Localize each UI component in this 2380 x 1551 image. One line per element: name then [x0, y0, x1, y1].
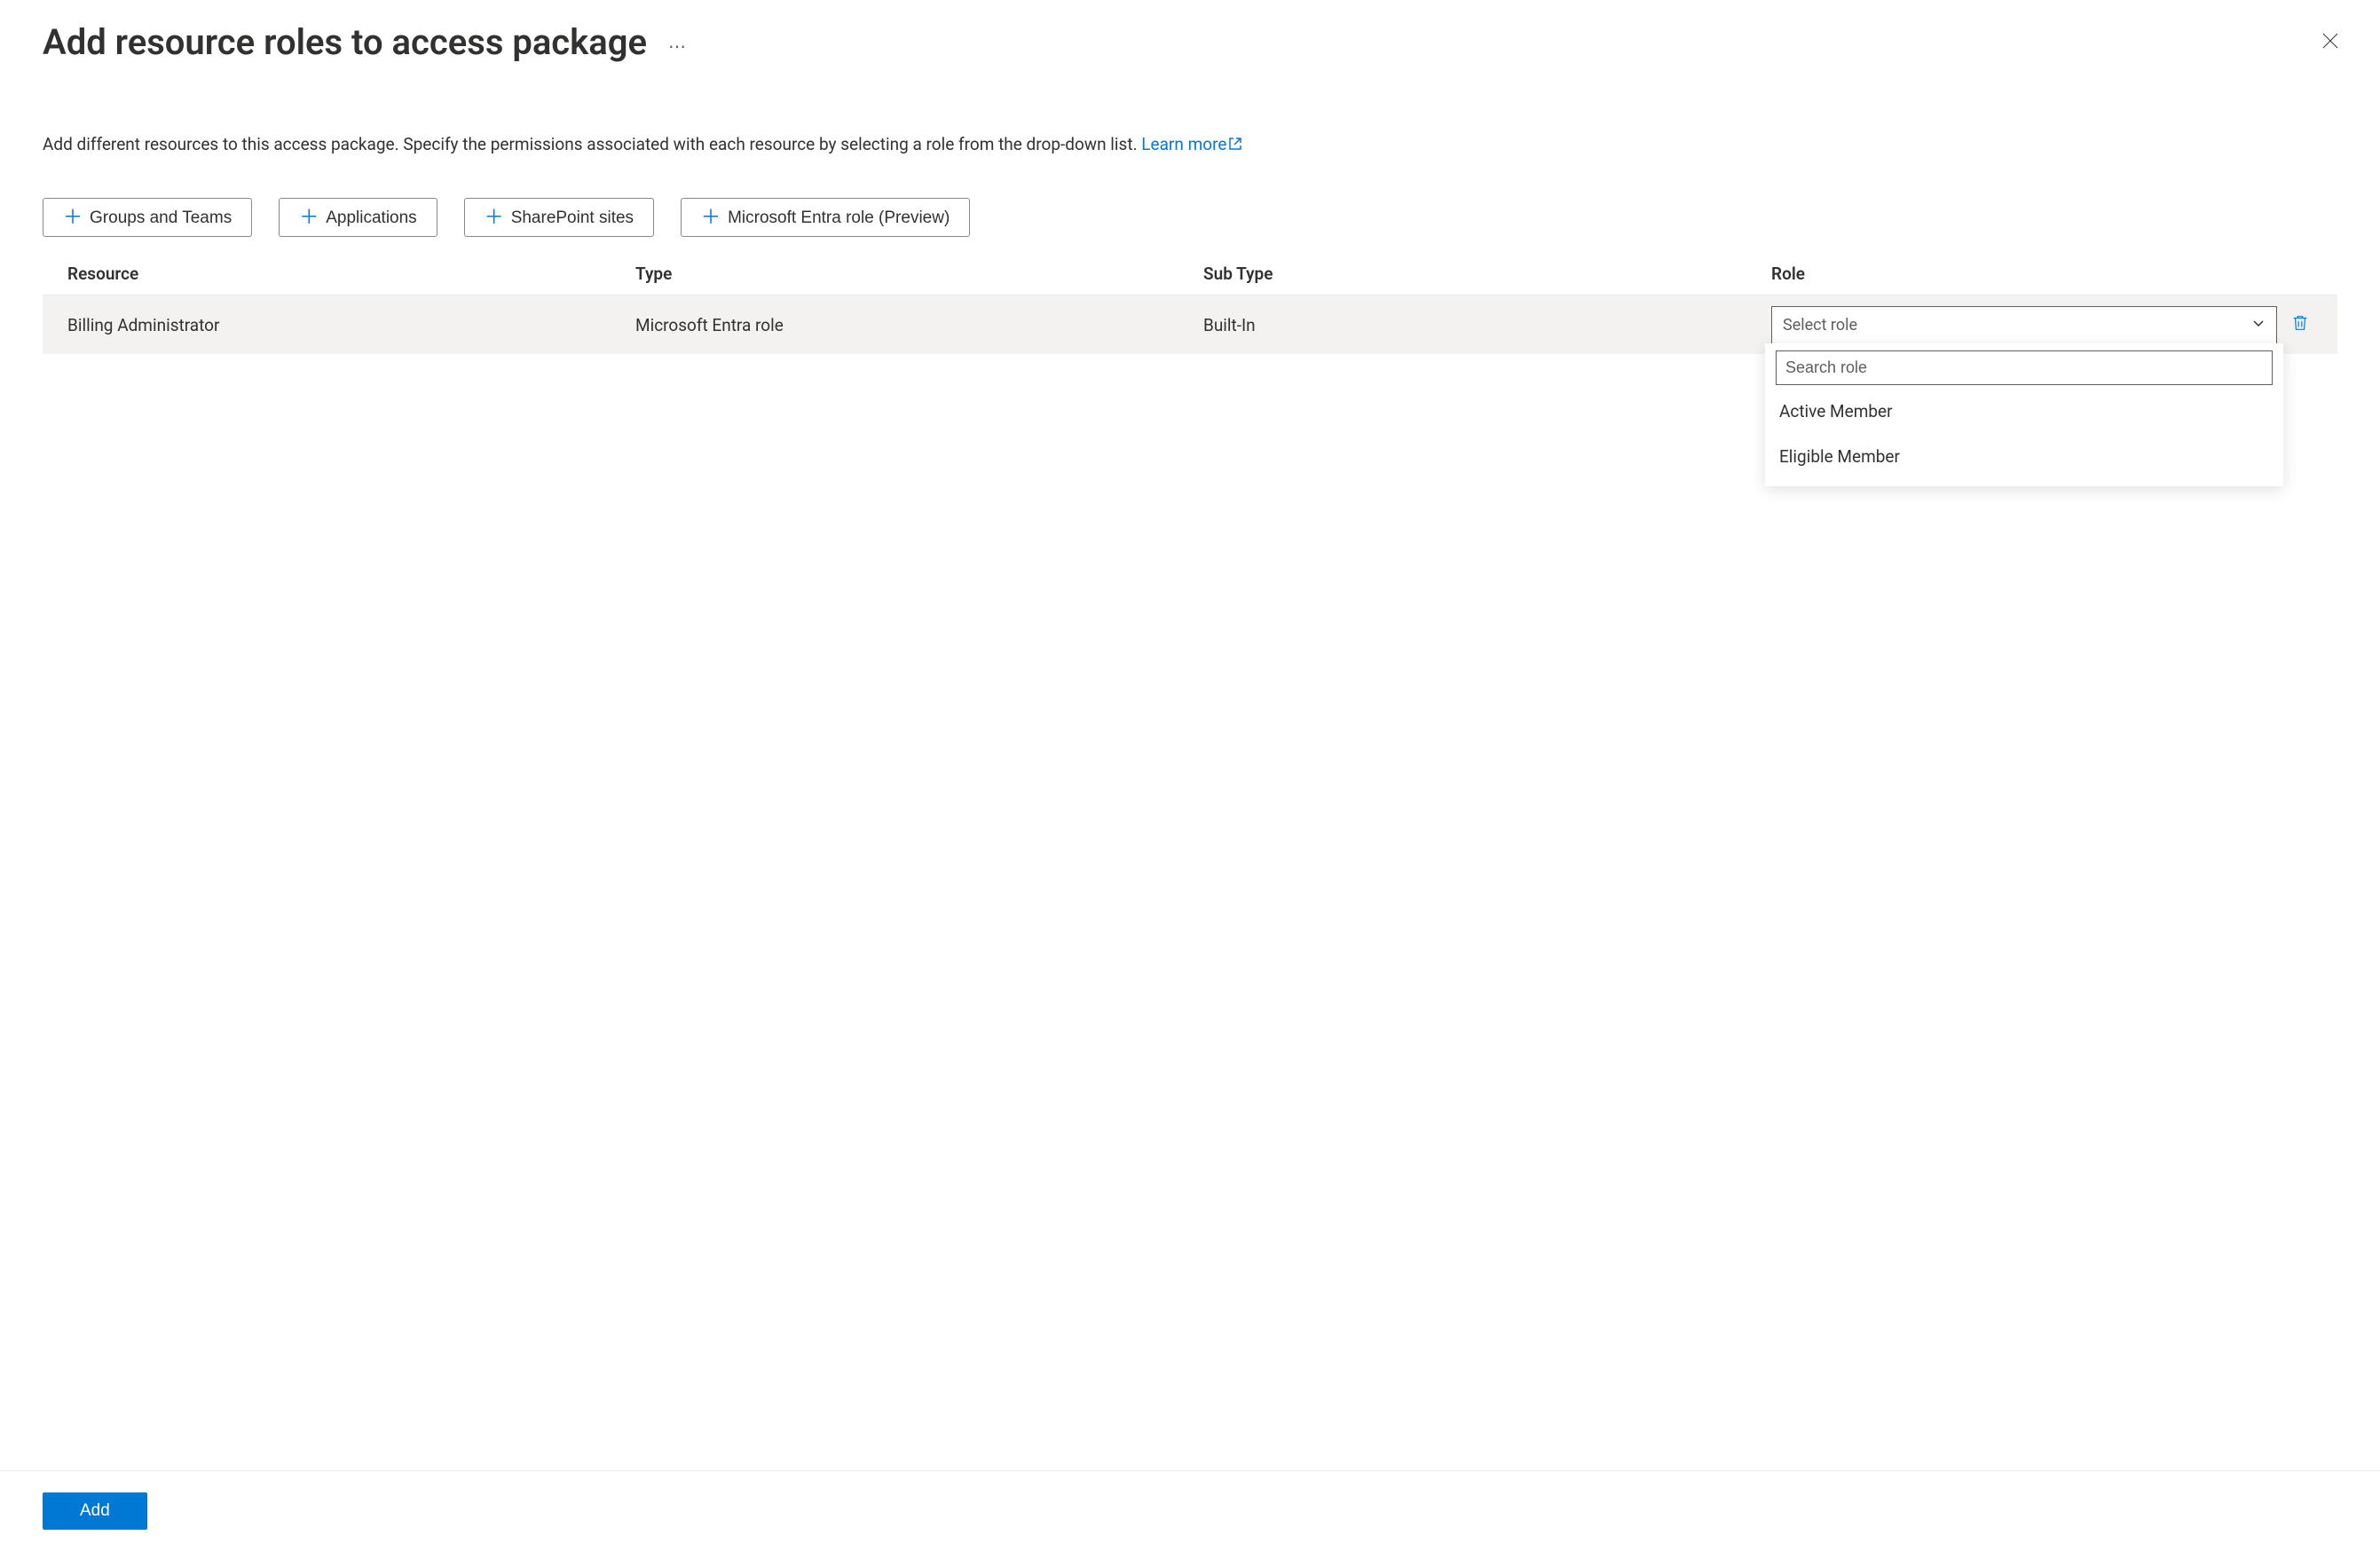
- add-groups-button[interactable]: ＋ Groups and Teams: [43, 198, 252, 237]
- close-icon: [2320, 30, 2341, 55]
- cell-subtype: Built-In: [1203, 315, 1771, 335]
- role-option-active-member[interactable]: Active Member: [1765, 389, 2283, 434]
- trash-icon: [2290, 313, 2310, 337]
- learn-more-link[interactable]: Learn more: [1141, 134, 1242, 154]
- cell-type: Microsoft Entra role: [635, 315, 1203, 335]
- description-text: Add different resources to this access p…: [43, 134, 2337, 155]
- close-button[interactable]: [2316, 28, 2345, 57]
- external-link-icon: [1228, 135, 1242, 155]
- plus-icon: ＋: [485, 208, 504, 227]
- table-row: Billing Administrator Microsoft Entra ro…: [43, 295, 2337, 354]
- footer: Add: [0, 1470, 2380, 1551]
- resources-table: Resource Type Sub Type Role Billing Admi…: [43, 253, 2337, 354]
- add-applications-label: Applications: [326, 209, 416, 226]
- plus-icon: ＋: [63, 208, 83, 227]
- add-button[interactable]: Add: [43, 1492, 147, 1530]
- table-header: Resource Type Sub Type Role: [43, 253, 2337, 295]
- chevron-down-icon: [2251, 316, 2266, 335]
- delete-row-button[interactable]: [2288, 312, 2313, 337]
- header-role: Role: [1771, 264, 2313, 284]
- role-dropdown: Active Member Eligible Member: [1765, 343, 2283, 486]
- resource-type-buttons: ＋ Groups and Teams ＋ Applications ＋ Shar…: [43, 198, 2337, 237]
- role-select[interactable]: Select role Active Member Eligible Membe…: [1771, 306, 2277, 344]
- add-sharepoint-button[interactable]: ＋ SharePoint sites: [464, 198, 654, 237]
- cell-resource: Billing Administrator: [67, 315, 635, 335]
- header-type: Type: [635, 264, 1203, 284]
- page-title: Add resource roles to access package: [43, 21, 647, 63]
- add-entra-role-button[interactable]: ＋ Microsoft Entra role (Preview): [681, 198, 970, 237]
- plus-icon: ＋: [701, 208, 721, 227]
- role-option-eligible-member[interactable]: Eligible Member: [1765, 434, 2283, 479]
- role-search-input[interactable]: [1776, 350, 2273, 385]
- more-actions-button[interactable]: ⋯: [668, 28, 688, 57]
- add-sharepoint-label: SharePoint sites: [511, 209, 634, 226]
- header-resource: Resource: [67, 264, 635, 284]
- plus-icon: ＋: [299, 208, 319, 227]
- header: Add resource roles to access package ⋯: [43, 21, 2337, 63]
- add-applications-button[interactable]: ＋ Applications: [279, 198, 437, 237]
- description-body: Add different resources to this access p…: [43, 134, 1141, 154]
- add-entra-role-label: Microsoft Entra role (Preview): [728, 209, 950, 226]
- role-select-placeholder: Select role: [1783, 316, 1857, 335]
- add-groups-label: Groups and Teams: [90, 209, 232, 226]
- header-subtype: Sub Type: [1203, 264, 1771, 284]
